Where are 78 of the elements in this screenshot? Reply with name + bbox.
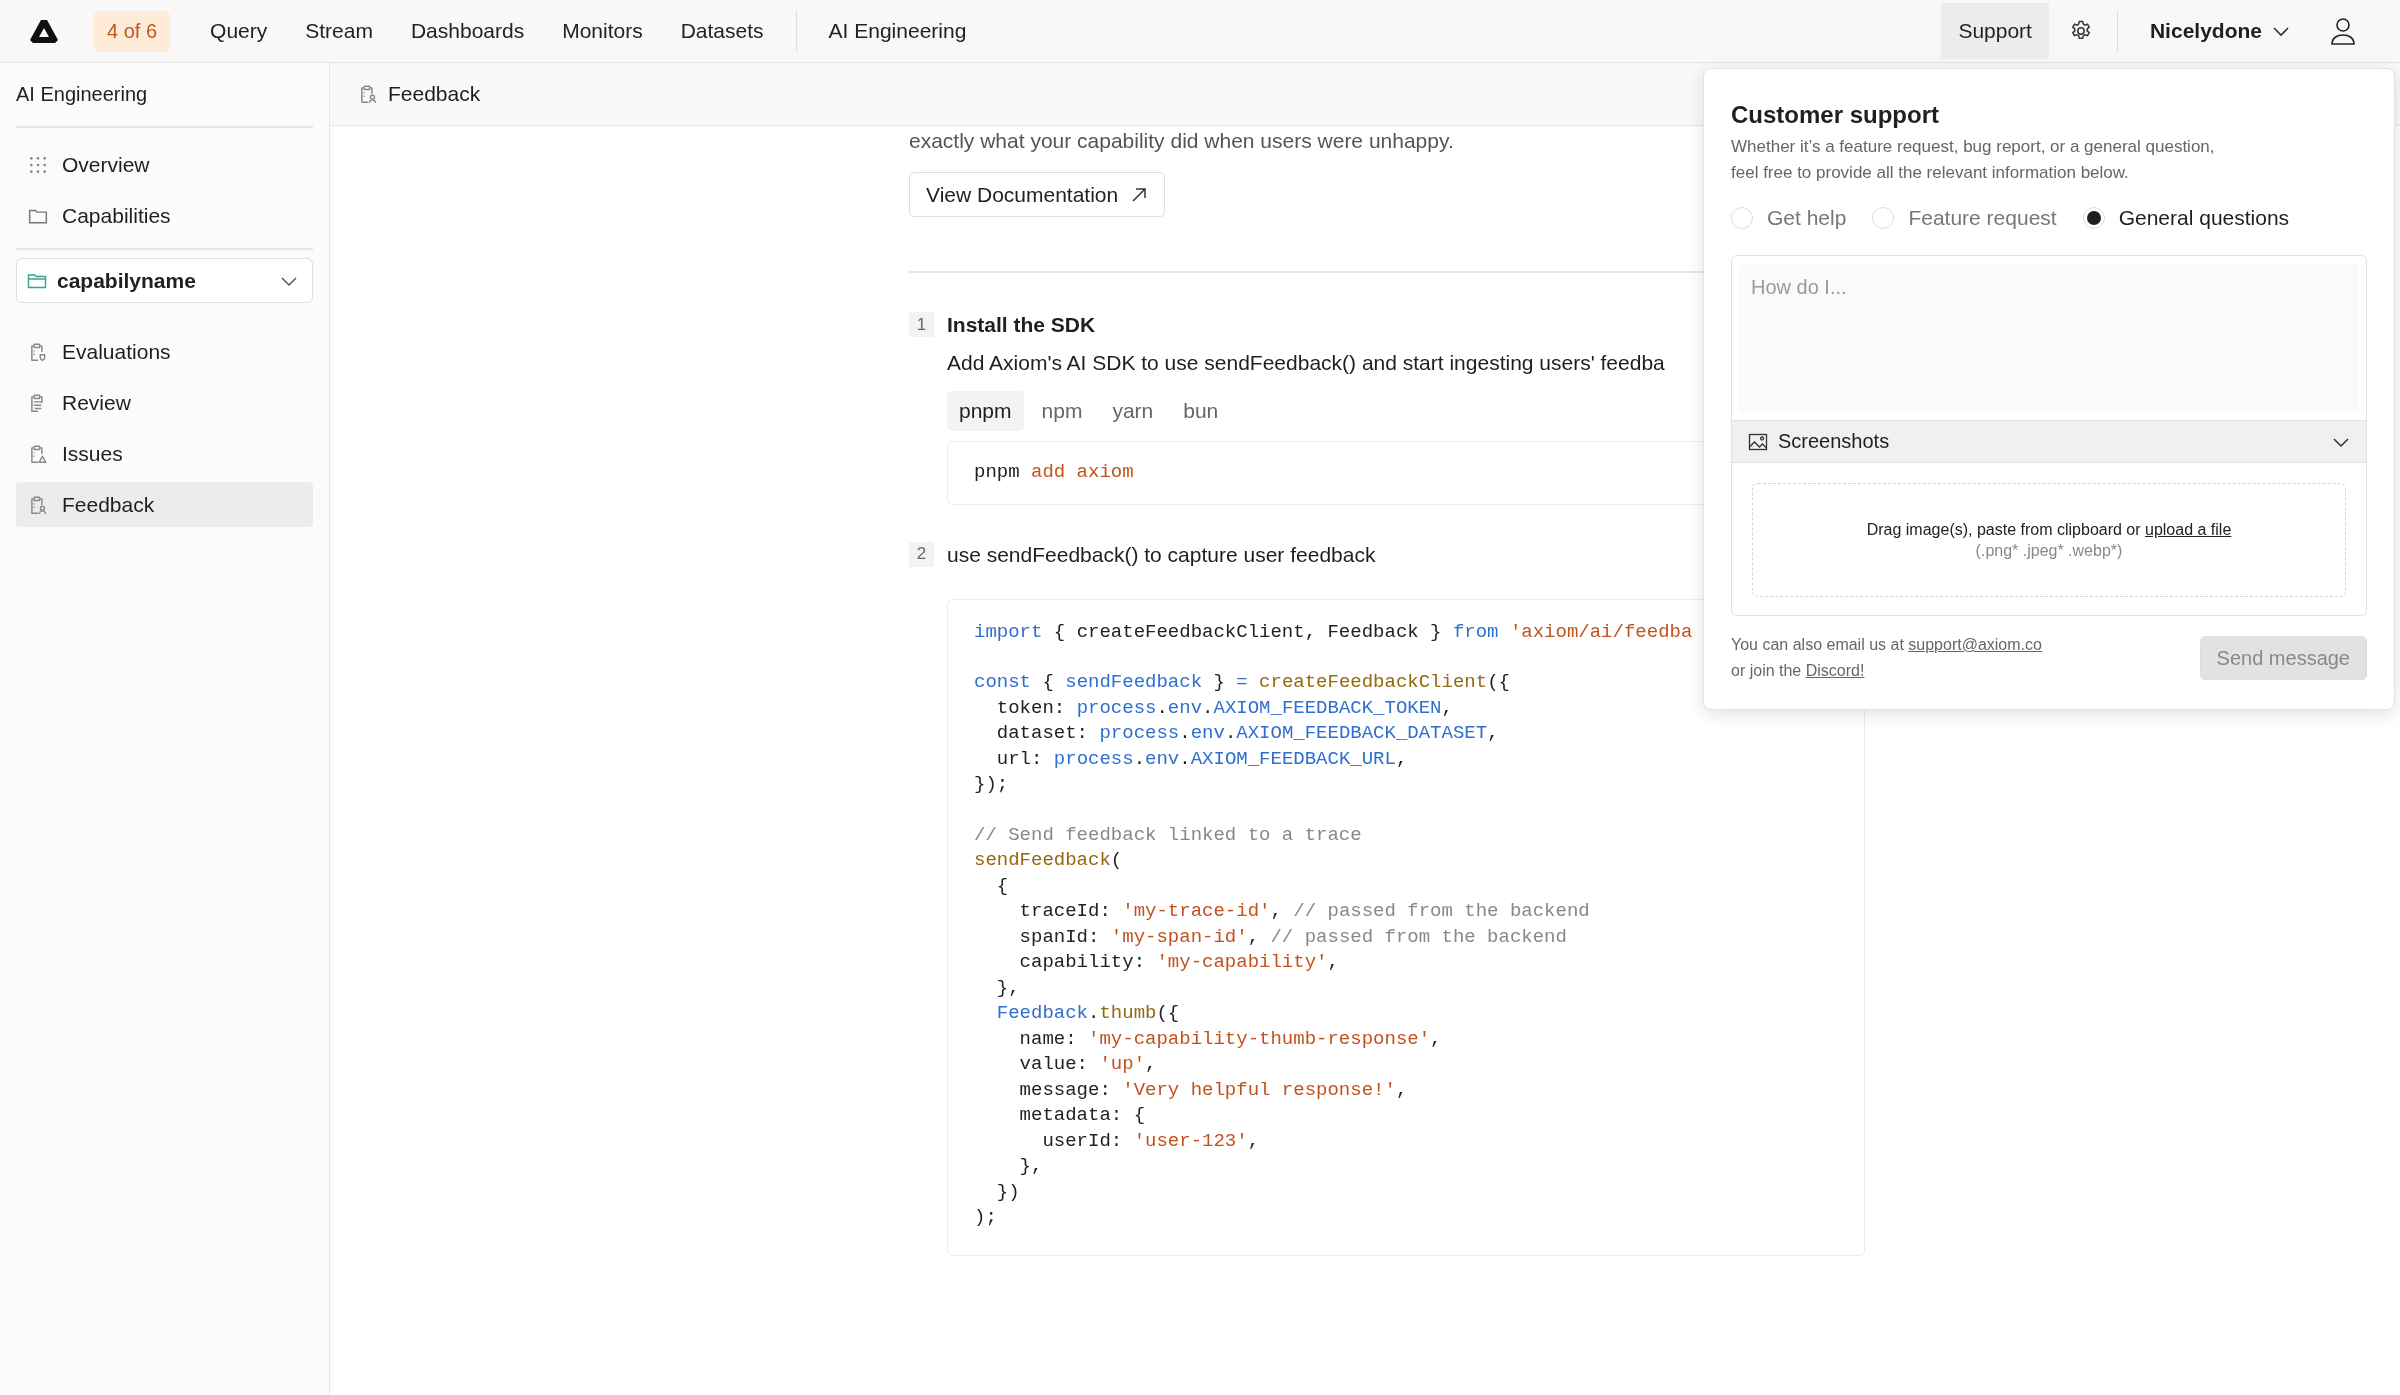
sidebar-item[interactable]: Evaluations: [16, 329, 313, 374]
upload-link[interactable]: upload a file: [2145, 520, 2232, 538]
code-line: metadata: {: [1018, 1103, 1146, 1128]
message-field[interactable]: How do I...: [1739, 263, 2359, 413]
panel-title: Customer support: [1731, 101, 1940, 129]
nav-link[interactable]: AI Engineering: [828, 19, 967, 43]
code-line: });: [974, 772, 1009, 797]
code-line: name: 'my-capability-thumb-response',: [1018, 1026, 1442, 1052]
clipboard-icon: [28, 494, 48, 515]
docs-button[interactable]: View Documentation: [909, 172, 1166, 217]
code-line: spanId: 'my-span-id', // passed from the backend: [1018, 924, 1567, 950]
count-badge: 4 of 6: [94, 10, 171, 52]
format-hint: (.png* .jpeg* .webp*): [1975, 541, 2123, 560]
code-line: dataset: process.env.AXIOM_FEEDBACK_DATASET,: [995, 721, 1499, 746]
support-button[interactable]: Support: [1941, 3, 2049, 59]
sidebar-item[interactable]: Feedback: [16, 482, 313, 527]
nav-link[interactable]: Stream: [305, 19, 373, 43]
breadcrumb-title: Feedback: [388, 82, 481, 106]
code-line: },: [995, 975, 1020, 1001]
clipboard-icon: [358, 84, 378, 104]
code-line: Feedback.thumb({: [995, 1001, 1180, 1026]
code-line: {: [995, 873, 1009, 899]
code-line: import { createFeedbackClient, Feedback } from 'axiom/ai/feedba: [974, 619, 1693, 645]
step-number: 1: [909, 312, 934, 337]
package-tab[interactable]: pnpm: [947, 391, 1024, 431]
chevron-down-icon: [2272, 25, 2290, 37]
nav-link[interactable]: Query: [210, 19, 268, 43]
nav-link[interactable]: Dashboards: [410, 19, 525, 43]
topic-radio[interactable]: Feature request: [1872, 206, 2057, 230]
sidebar-item[interactable]: Issues: [16, 431, 313, 476]
package-tab[interactable]: bun: [1171, 391, 1231, 431]
step-description: Add Axiom's AI SDK to use sendFeedback() and start ingesting users' feedba: [947, 350, 1666, 376]
grid-icon: [28, 154, 48, 175]
user-icon[interactable]: [2330, 17, 2356, 45]
code-line: userId: 'user-123',: [1041, 1128, 1260, 1154]
discord-link[interactable]: Discord!: [1805, 662, 1865, 679]
code-line: sendFeedback(: [974, 848, 1123, 873]
chevron-down-icon: [280, 274, 298, 287]
package-tab[interactable]: npm: [1029, 391, 1095, 431]
account-menu[interactable]: Nicelydone: [2149, 19, 2290, 43]
nav-link[interactable]: Datasets: [680, 19, 764, 43]
sidebar-item[interactable]: Capabilities: [16, 193, 313, 238]
external-link-icon: [1130, 185, 1149, 204]
clipboard-icon: [28, 341, 48, 362]
logo-icon[interactable]: [30, 19, 58, 43]
step-title: Install the SDK: [947, 312, 1097, 338]
panel-subtitle: Whether it’s a feature request, bug report, or a general question, feel free to provide all the relevant information below.: [1731, 136, 2216, 184]
contact-text: You can also email us at support@axiom.co or join the Discord!: [1731, 635, 2042, 681]
code-line: pnpm add axiom: [974, 460, 1134, 485]
clipboard-icon: [28, 443, 48, 464]
code-line: message: 'Very helpful response!',: [1018, 1077, 1408, 1103]
package-tab[interactable]: yarn: [1100, 391, 1166, 431]
sidebar-item[interactable]: Overview: [16, 142, 313, 187]
code-line: value: 'up',: [1018, 1052, 1157, 1077]
code-line: capability: 'my-capability',: [1018, 950, 1339, 975]
code-line: },: [1018, 1154, 1043, 1179]
nav-link[interactable]: Monitors: [562, 19, 643, 43]
image-icon: [1748, 431, 1768, 452]
code-line: // Send feedback linked to a trace: [974, 822, 1362, 848]
code-line: url: process.env.AXIOM_FEEDBACK_URL,: [995, 746, 1408, 772]
sidebar-title: AI Engineering: [16, 83, 148, 106]
code-line: }): [995, 1179, 1020, 1205]
email-link[interactable]: support@axiom.co: [1908, 636, 2042, 653]
step-description: use sendFeedback() to capture user feedback: [947, 541, 1377, 568]
chevron-down-icon: [2332, 435, 2350, 448]
drop-zone[interactable]: Drag image(s), paste from clipboard or upload a file (.png* .jpeg* .webp*): [1752, 483, 2346, 597]
sidebar-item[interactable]: Review: [16, 380, 313, 425]
drop-text: Drag image(s), paste from clipboard or upload a file: [1866, 520, 2232, 539]
code-line: const { sendFeedback } = createFeedbackClient({: [974, 670, 1510, 695]
code-line: token: process.env.AXIOM_FEEDBACK_TOKEN,: [995, 695, 1453, 721]
code-line: );: [974, 1205, 997, 1230]
capability-select[interactable]: capabilyname: [16, 258, 313, 303]
code-line: traceId: 'my-trace-id', // passed from the backend: [1018, 899, 1590, 924]
step-number: 2: [909, 541, 934, 567]
intro-text: exactly what your capability did when users were unhappy.: [909, 128, 1454, 154]
topic-radio[interactable]: General questions: [2082, 206, 2290, 230]
topic-radio[interactable]: Get help: [1731, 206, 1847, 230]
screenshots-header[interactable]: Screenshots: [1732, 420, 2366, 463]
